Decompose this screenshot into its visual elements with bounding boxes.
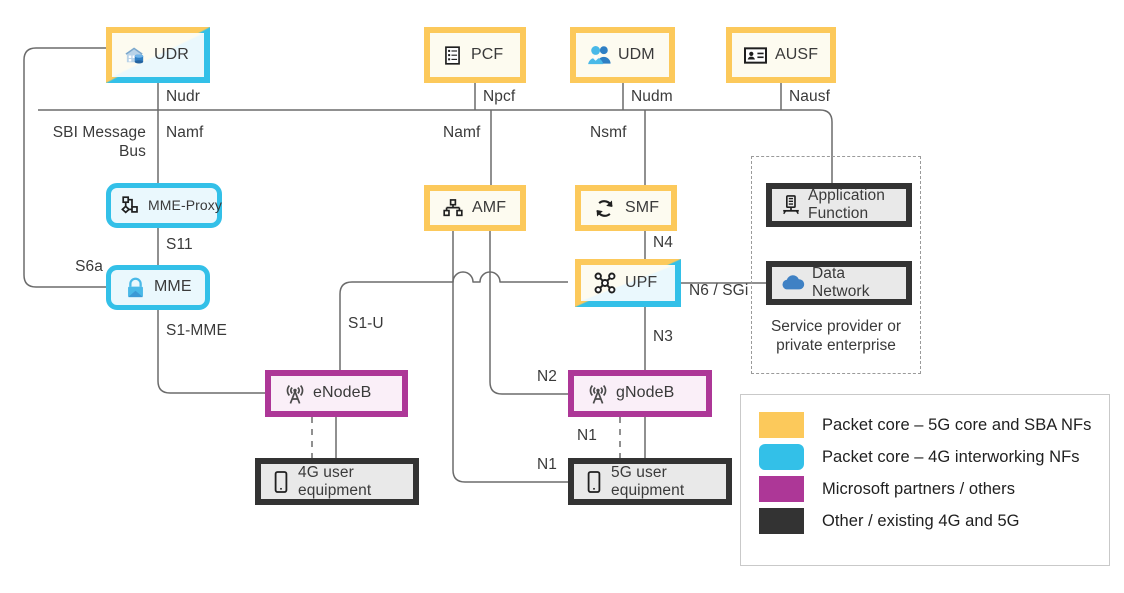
legend: Packet core – 5G core and SBA NFs Packet… (740, 394, 1110, 566)
legend-swatch-4g-interworking (759, 444, 804, 470)
edge-label-n2: N2 (536, 368, 557, 385)
node-ausf[interactable]: AUSF (726, 27, 836, 83)
diagram-canvas: Nudr Npcf Nudm Nausf SBI Message Bus Nam… (0, 0, 1124, 593)
cell-tower-icon (586, 382, 610, 406)
edge-label-n1-amf: N1 (536, 456, 557, 473)
node-label-amf: AMF (472, 198, 507, 216)
legend-item: Packet core – 4G interworking NFs (759, 441, 1093, 473)
edge-label-n1-gnodeb: N1 (576, 427, 597, 444)
node-label-4g-user-equipment: 4G user equipment (298, 463, 372, 499)
legend-swatch-other (759, 508, 804, 534)
proxy-nodes-icon (119, 194, 143, 218)
node-mme[interactable]: MME (106, 265, 210, 310)
edge-label-n3: N3 (653, 328, 674, 345)
node-label-data-network: Data Network (812, 265, 870, 300)
node-label-5g-user-equipment: 5G user equipment (611, 463, 685, 499)
node-enodeb[interactable]: eNodeB (265, 370, 408, 417)
mobile-phone-icon (273, 470, 289, 494)
legend-swatch-5g-core (759, 412, 804, 438)
node-label-application-function: Application Function (808, 187, 885, 222)
node-label-gnodeb: gNodeB (616, 384, 675, 402)
legend-label-partners: Microsoft partners / others (822, 479, 1016, 498)
edge-label-s6a: S6a (75, 258, 103, 275)
mobile-phone-icon (586, 470, 602, 494)
legend-item: Microsoft partners / others (759, 473, 1093, 505)
id-card-icon (743, 45, 768, 66)
edge-label-nudm: Nudm (631, 88, 673, 105)
node-udm[interactable]: UDM (570, 27, 675, 83)
node-label-mme: MME (154, 278, 192, 296)
node-label-pcf: PCF (471, 45, 504, 63)
lock-icon (125, 277, 146, 299)
legend-label-4g-interworking: Packet core – 4G interworking NFs (822, 447, 1080, 466)
wire-s6a (23, 47, 108, 288)
node-amf[interactable]: AMF (424, 185, 526, 231)
edge-label-nudr: Nudr (166, 88, 200, 105)
edge-label-s1-mme: S1-MME (166, 322, 227, 339)
node-label-enodeb: eNodeB (313, 384, 372, 402)
node-upf[interactable]: UPF (575, 259, 681, 307)
legend-item: Packet core – 5G core and SBA NFs (759, 409, 1093, 441)
hierarchy-icon (442, 197, 464, 219)
refresh-cycle-icon (593, 197, 616, 220)
node-gnodeb[interactable]: gNodeB (568, 370, 712, 417)
edge-label-namf-left: Namf (166, 124, 204, 141)
database-building-icon (124, 44, 147, 67)
node-pcf[interactable]: PCF (424, 27, 526, 83)
node-5g-user-equipment[interactable]: 5G user equipment (568, 458, 732, 505)
node-label-udr: UDR (154, 45, 189, 63)
node-data-network[interactable]: Data Network (766, 261, 912, 305)
cell-tower-icon (283, 382, 307, 406)
edge-label-nsmf: Nsmf (590, 124, 627, 141)
edge-label-n4: N4 (653, 234, 674, 251)
server-rack-icon (781, 194, 801, 216)
edge-label-nausf: Nausf (789, 88, 830, 105)
edge-label-s1-u: S1-U (348, 315, 384, 332)
edge-label-n6-sgi: N6 / SGi (689, 282, 749, 299)
policy-list-icon (442, 45, 463, 66)
cloud-icon (780, 273, 806, 293)
node-smf[interactable]: SMF (575, 185, 677, 231)
node-label-udm: UDM (618, 45, 655, 63)
node-label-ausf: AUSF (775, 45, 819, 63)
edge-label-namf-mid: Namf (443, 124, 481, 141)
legend-label-5g-core: Packet core – 5G core and SBA NFs (822, 415, 1092, 434)
node-graph-icon (593, 271, 617, 295)
service-provider-group-label: Service provider or private enterprise (770, 318, 902, 355)
node-label-mme-proxy: MME-Proxy (148, 197, 223, 214)
node-label-smf: SMF (625, 198, 660, 216)
node-udr[interactable]: UDR (106, 27, 210, 83)
legend-swatch-partners (759, 476, 804, 502)
edge-label-npcf: Npcf (483, 88, 516, 105)
node-mme-proxy[interactable]: MME-Proxy (106, 183, 222, 228)
edge-label-s11: S11 (166, 236, 193, 253)
users-icon (587, 44, 612, 66)
node-4g-user-equipment[interactable]: 4G user equipment (255, 458, 419, 505)
node-label-upf: UPF (625, 273, 658, 291)
legend-item: Other / existing 4G and 5G (759, 505, 1093, 537)
node-application-function[interactable]: Application Function (766, 183, 912, 227)
edge-label-sbi-message-bus: SBI Message Bus (52, 124, 146, 160)
legend-label-other: Other / existing 4G and 5G (822, 511, 1020, 530)
